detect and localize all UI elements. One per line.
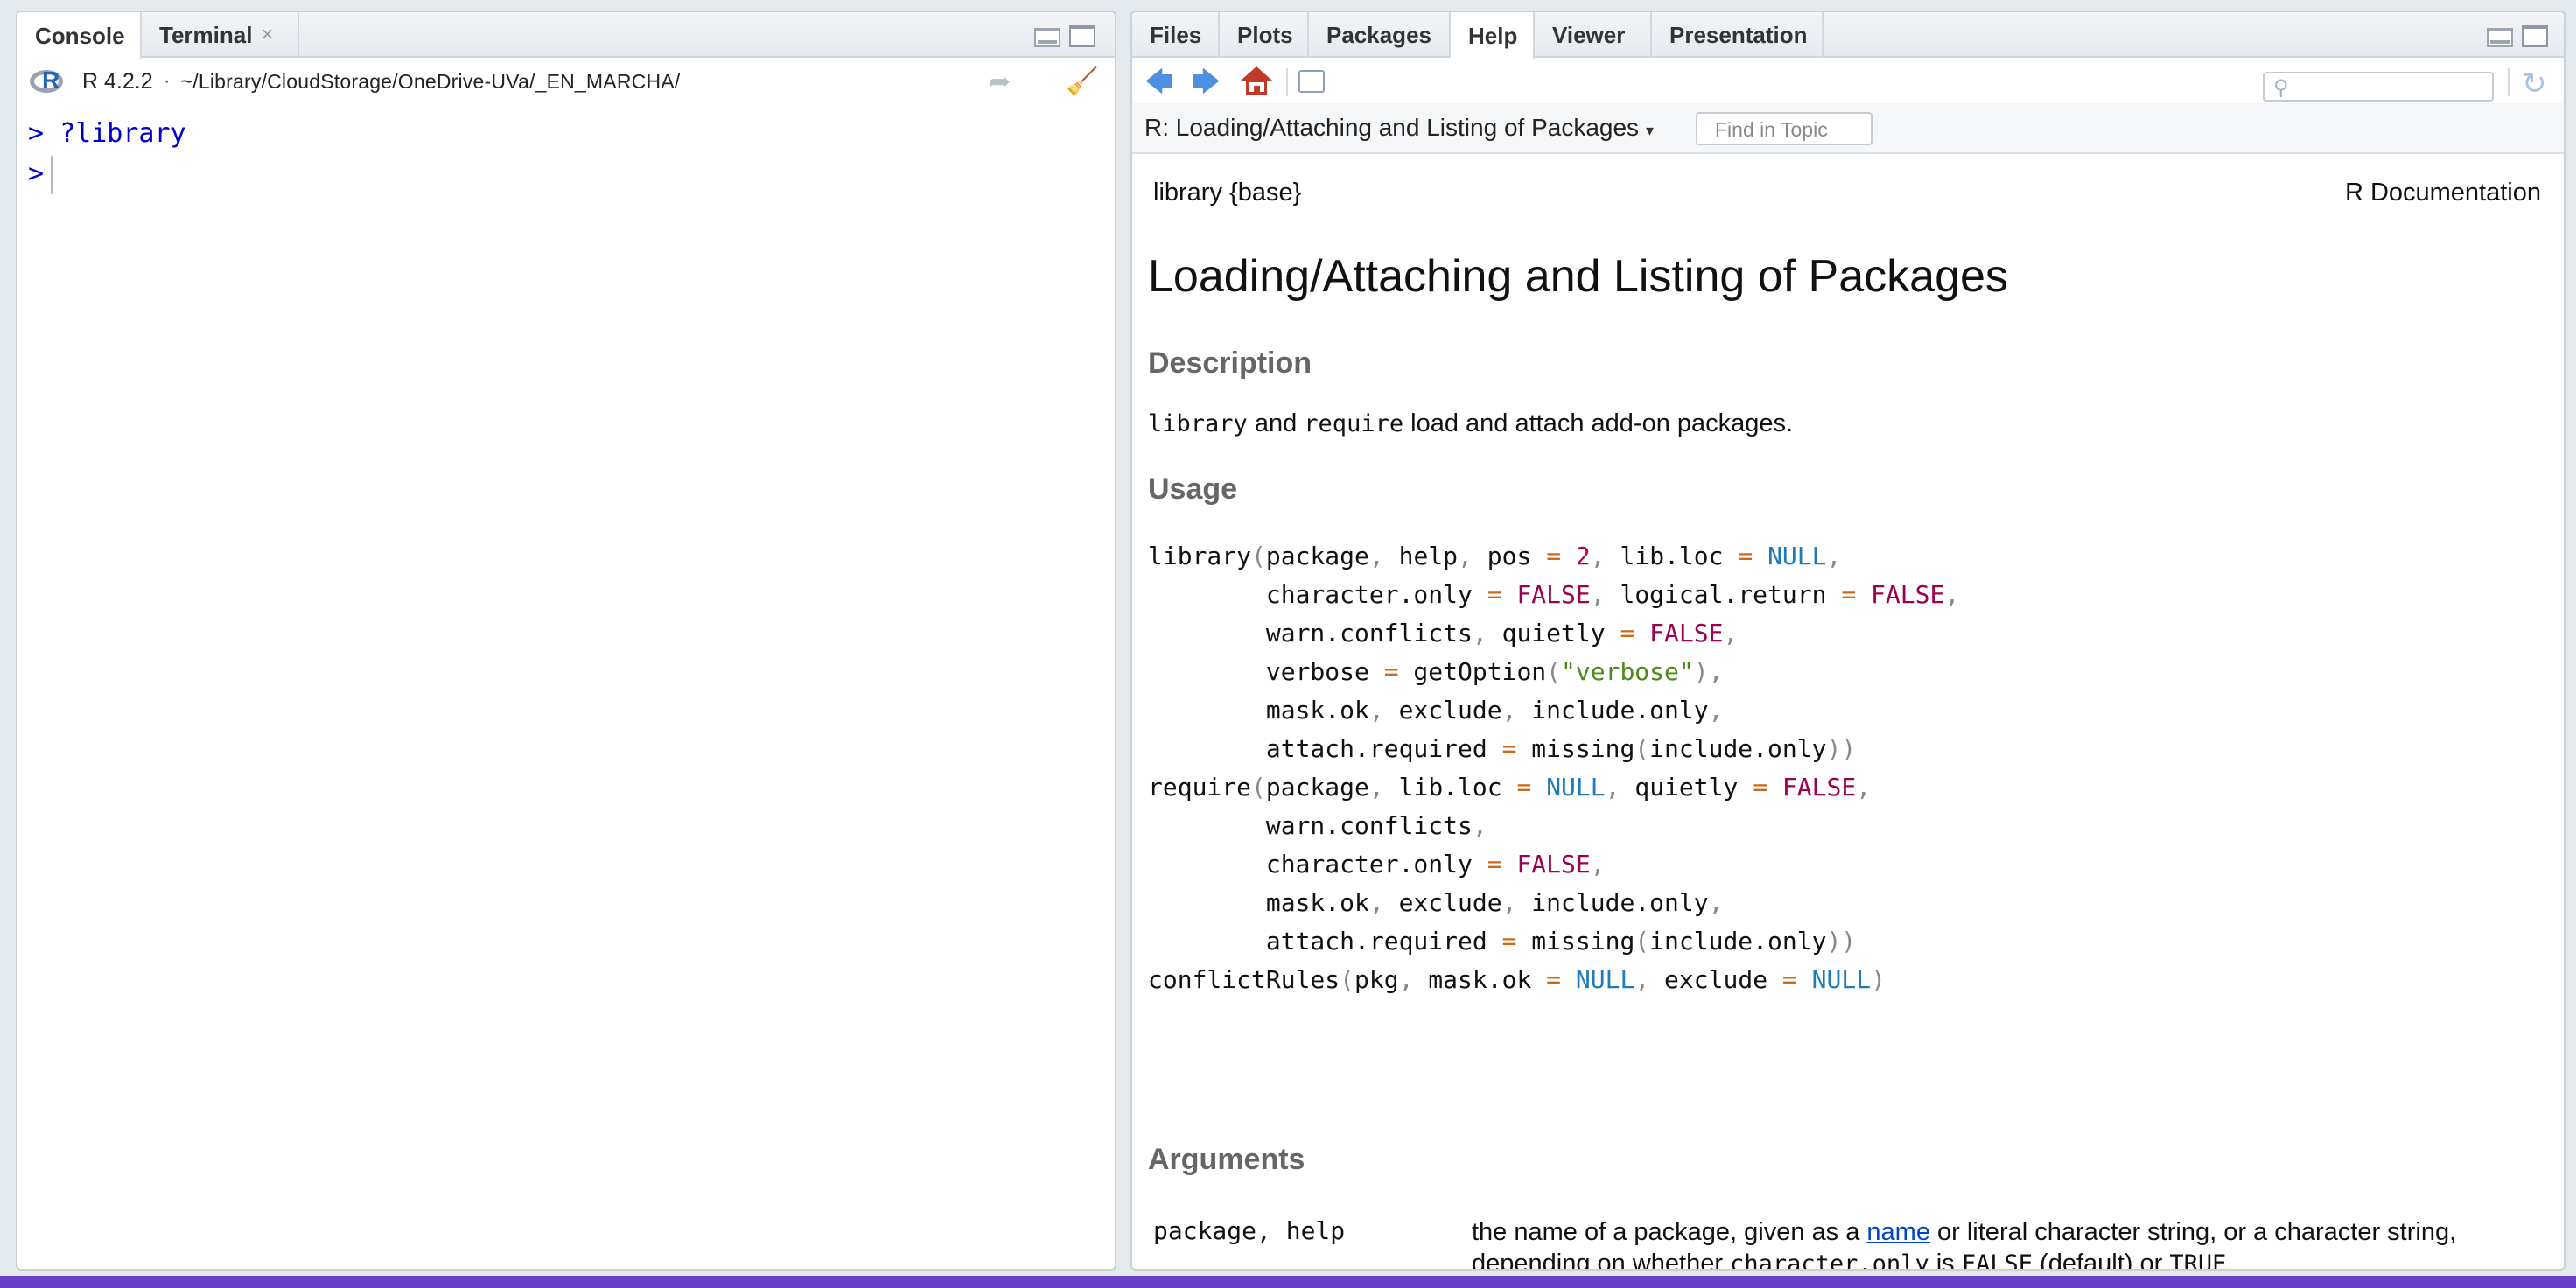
usage-code-conflictrules: conflictRules(pkg, mask.ok = NULL, exclu… — [1148, 965, 1886, 994]
doc-package-label: library {base} — [1153, 178, 1302, 206]
find-in-topic-input[interactable]: Find in Topic — [1696, 112, 1872, 145]
tab-plots[interactable]: Plots — [1220, 12, 1309, 58]
console-input-line[interactable]: > — [28, 154, 1115, 194]
help-document: library {base} R Documentation Loading/A… — [1132, 156, 2564, 1269]
tab-terminal-label: Terminal — [159, 21, 253, 48]
argument-description: the name of a package, given as a name o… — [1472, 1218, 2457, 1270]
tab-files[interactable]: Files — [1132, 12, 1220, 58]
tab-presentation[interactable]: Presentation — [1652, 12, 1824, 58]
console-pane: Console Terminal × R R 4.2.2 · ~/Library… — [16, 10, 1116, 1270]
help-toolbar: 🡄 🡆 ⚲ ↻ — [1132, 60, 2564, 103]
name-link[interactable]: name — [1866, 1218, 1930, 1246]
tab-help[interactable]: Help — [1451, 12, 1535, 60]
help-tabbar: Files Plots Packages Help Viewer Present… — [1132, 12, 2564, 60]
tab-viewer[interactable]: Viewer — [1535, 12, 1652, 58]
usage-heading: Usage — [1148, 472, 1238, 506]
doc-source-label: R Documentation — [2344, 178, 2541, 206]
doc-title: Loading/Attaching and Listing of Package… — [1148, 251, 2008, 302]
console-output[interactable]: > ?library > — [18, 103, 1115, 1269]
chevron-down-icon: ▾ — [1646, 122, 1655, 139]
home-icon[interactable] — [1241, 66, 1272, 96]
tab-console[interactable]: Console — [18, 12, 142, 60]
help-pane: Files Plots Packages Help Viewer Present… — [1130, 10, 2566, 1270]
usage-code-library: library(package, help, pos = 2, lib.loc … — [1148, 542, 1960, 763]
description-text: library and require load and attach add-… — [1148, 410, 1794, 438]
console-line: > ?library — [28, 118, 186, 149]
maximize-icon — [2522, 24, 2548, 47]
rstudio-window: Console Terminal × R R 4.2.2 · ~/Library… — [0, 0, 2576, 1276]
tab-console-label: Console — [35, 22, 125, 49]
show-in-new-window-icon[interactable] — [1298, 70, 1325, 93]
help-search-input[interactable]: ⚲ — [2263, 72, 2494, 102]
console-command: ?library — [60, 118, 186, 149]
r-logo-icon: R — [30, 66, 65, 94]
arguments-heading: Arguments — [1148, 1143, 1306, 1176]
tab-terminal[interactable]: Terminal × — [142, 12, 299, 58]
back-arrow-icon[interactable]: 🡄 — [1144, 67, 1173, 95]
separator: · — [163, 69, 171, 93]
search-icon: ⚲ — [2273, 76, 2289, 100]
doc-header: library {base} R Documentation — [1153, 178, 2541, 207]
console-toolbar: R R 4.2.2 · ~/Library/CloudStorage/OneDr… — [18, 60, 1115, 103]
description-heading: Description — [1148, 346, 1312, 380]
topic-bar: R: Loading/Attaching and Listing of Pack… — [1132, 103, 2564, 154]
minimize-icon — [2487, 28, 2513, 47]
topic-dropdown[interactable]: R: Loading/Attaching and Listing of Pack… — [1144, 114, 1654, 142]
argument-name: package, help — [1153, 1216, 1346, 1245]
forward-arrow-icon[interactable]: 🡆 — [1192, 67, 1221, 95]
clear-console-icon[interactable]: 🧹 — [1066, 66, 1098, 97]
refresh-icon[interactable]: ↻ — [2522, 66, 2547, 102]
console-tabbar: Console Terminal × — [18, 12, 1115, 60]
topic-title: R: Loading/Attaching and Listing of Pack… — [1144, 114, 1640, 141]
maximize-icon — [1069, 24, 1096, 47]
working-directory-path[interactable]: ~/Library/CloudStorage/OneDrive-UVa/_EN_… — [181, 70, 681, 94]
tab-packages[interactable]: Packages — [1309, 12, 1451, 58]
usage-code-require: require(package, lib.loc = NULL, quietly… — [1148, 773, 1872, 956]
text-cursor — [51, 155, 53, 194]
minimize-icon — [1034, 28, 1060, 47]
r-version: R 4.2.2 — [82, 68, 153, 94]
close-icon[interactable]: × — [261, 23, 273, 47]
forward-to-source-icon[interactable]: ➦ — [989, 66, 1011, 97]
